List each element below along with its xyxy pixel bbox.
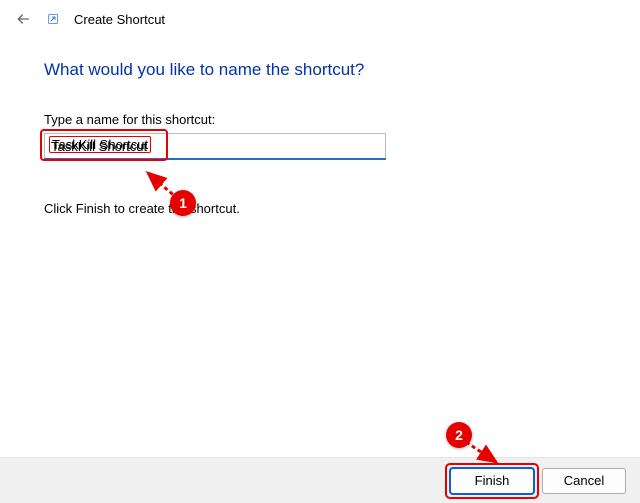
input-focus-underline	[44, 158, 386, 160]
instruction-text: Click Finish to create the shortcut.	[44, 201, 596, 216]
annotation-callout-2: 2	[446, 422, 472, 448]
window-title: Create Shortcut	[74, 12, 165, 27]
back-arrow-icon[interactable]	[14, 10, 32, 28]
shortcut-name-label: Type a name for this shortcut:	[44, 112, 596, 127]
wizard-header: Create Shortcut	[0, 0, 640, 34]
wizard-footer: Finish Cancel	[0, 457, 640, 503]
page-heading: What would you like to name the shortcut…	[44, 60, 596, 80]
cancel-button[interactable]: Cancel	[542, 468, 626, 494]
finish-button[interactable]: Finish	[450, 468, 534, 494]
shortcut-icon	[46, 12, 60, 26]
shortcut-name-input[interactable]	[44, 133, 386, 159]
shortcut-name-input-wrap: TaskKill Shortcut	[44, 133, 386, 159]
wizard-content: What would you like to name the shortcut…	[0, 34, 640, 216]
